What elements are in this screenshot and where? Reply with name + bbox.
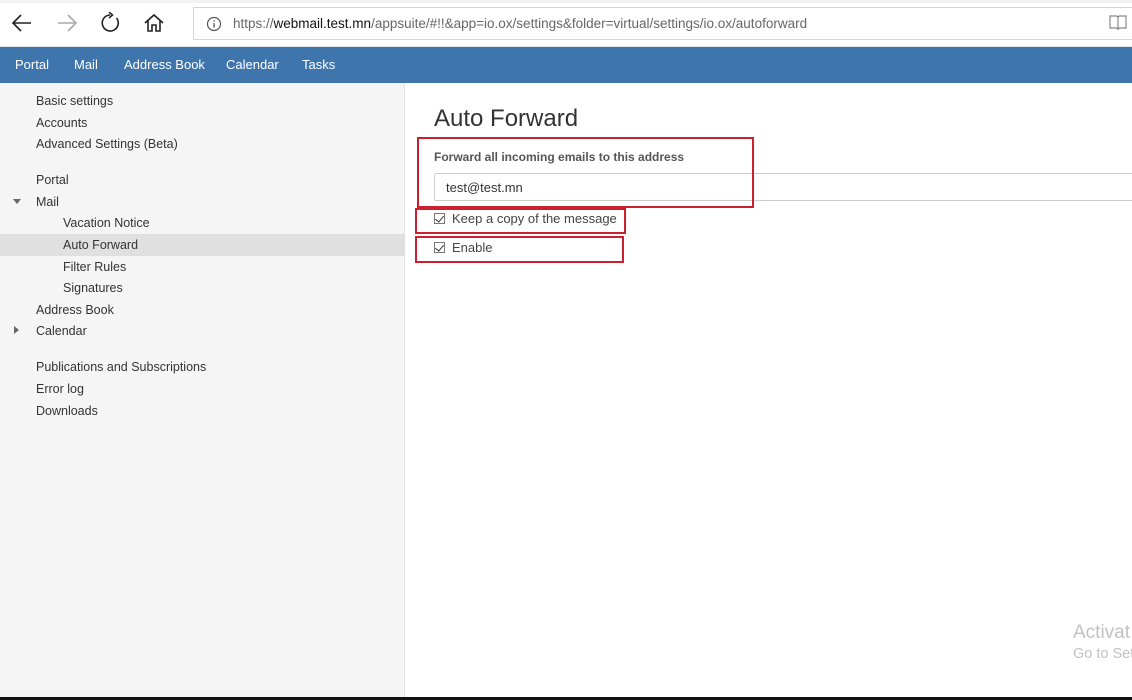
sidebar-item-calendar[interactable]: Calendar [36, 324, 87, 338]
home-button[interactable] [139, 8, 169, 38]
address-bar[interactable]: https://webmail.test.mn/appsuite/#!!&app… [193, 7, 1132, 40]
selected-item-highlight [0, 234, 404, 256]
url-host: webmail.test.mn [273, 16, 372, 31]
reading-view-icon[interactable] [1108, 14, 1128, 32]
topnav-calendar[interactable]: Calendar [226, 57, 279, 72]
sidebar-item-auto-forward[interactable]: Auto Forward [63, 238, 138, 252]
highlight-box-enable [415, 236, 624, 263]
forward-arrow-icon [58, 14, 78, 32]
browser-toolbar: https://webmail.test.mn/appsuite/#!!&app… [0, 0, 1132, 47]
page-title: Auto Forward [434, 105, 579, 132]
sidebar-item-accounts[interactable]: Accounts [36, 116, 87, 130]
url-path: /appsuite/#!!&app=io.ox/settings&folder=… [371, 16, 808, 31]
sidebar-item-advanced-settings[interactable]: Advanced Settings (Beta) [36, 137, 178, 151]
info-icon[interactable] [206, 16, 222, 32]
topnav-tasks[interactable]: Tasks [302, 57, 335, 72]
topnav-mail[interactable]: Mail [74, 57, 98, 72]
sidebar-item-signatures[interactable]: Signatures [63, 281, 123, 295]
settings-sidebar: Basic settings Accounts Advanced Setting… [0, 83, 405, 700]
sidebar-item-basic-settings[interactable]: Basic settings [36, 94, 113, 108]
sidebar-item-address-book[interactable]: Address Book [36, 303, 114, 317]
sidebar-item-error-log[interactable]: Error log [36, 382, 84, 396]
back-button[interactable] [7, 8, 37, 38]
sidebar-item-vacation-notice[interactable]: Vacation Notice [63, 216, 150, 230]
refresh-icon [101, 12, 120, 32]
activation-watermark-subtitle: Go to Set [1073, 646, 1132, 662]
topnav-portal[interactable]: Portal [15, 57, 49, 72]
sidebar-item-publications[interactable]: Publications and Subscriptions [36, 360, 206, 374]
refresh-button[interactable] [95, 8, 125, 38]
forward-button[interactable] [52, 8, 82, 38]
chevron-down-icon[interactable] [13, 199, 21, 204]
topnav-address-book[interactable]: Address Book [124, 57, 205, 72]
sidebar-item-portal[interactable]: Portal [36, 173, 69, 187]
home-icon [144, 13, 164, 32]
back-arrow-icon [11, 14, 31, 32]
activation-watermark-title: Activat [1073, 622, 1131, 643]
app-top-bar: Portal Mail Address Book Calendar Tasks [0, 47, 1132, 83]
sidebar-item-filter-rules[interactable]: Filter Rules [63, 260, 126, 274]
url-text[interactable]: https://webmail.test.mn/appsuite/#!!&app… [233, 16, 807, 31]
sidebar-item-mail[interactable]: Mail [36, 195, 59, 209]
sidebar-item-downloads[interactable]: Downloads [36, 404, 98, 418]
highlight-box-keep-copy [415, 208, 626, 234]
highlight-box-forward-address [417, 137, 754, 208]
tab-strip [0, 0, 1132, 3]
chevron-right-icon[interactable] [14, 326, 19, 334]
url-scheme: https:// [233, 16, 274, 31]
